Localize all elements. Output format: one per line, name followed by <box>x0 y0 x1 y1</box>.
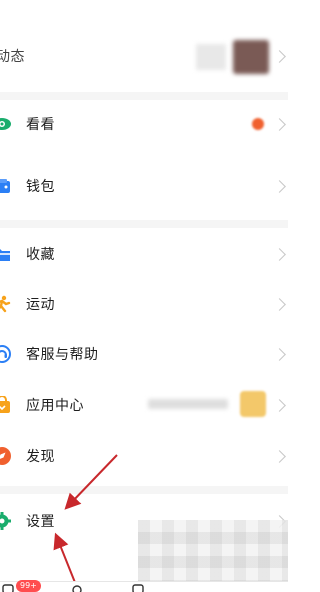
app-promo-text <box>148 399 228 409</box>
compass-icon <box>0 447 11 465</box>
chevron-right-icon <box>273 347 286 361</box>
chevron-right-icon <box>273 117 286 131</box>
section-divider <box>0 92 288 100</box>
menu-item-kankan[interactable]: 看看 <box>0 106 288 142</box>
gear-icon <box>0 512 11 530</box>
menu-item-kefu[interactable]: 客服与帮助 <box>0 336 288 372</box>
chevron-right-icon <box>273 449 286 463</box>
menu-item-yingyong[interactable]: 应用中心 <box>0 387 288 423</box>
menu-item-faxian[interactable]: 发现 <box>0 438 288 474</box>
menu-item-faxian-label: 发现 <box>26 449 55 465</box>
discover-tab-icon[interactable] <box>132 584 144 592</box>
bag-icon <box>0 396 10 413</box>
headset-icon <box>0 345 11 363</box>
running-icon <box>0 295 11 313</box>
menu-item-yingyong-label: 应用中心 <box>26 398 84 414</box>
dongtai-thumbnail-1 <box>196 44 226 70</box>
menu-item-dongtai-label: 动态 <box>0 49 25 65</box>
menu-item-kankan-label: 看看 <box>26 117 55 133</box>
notification-dot <box>252 118 264 130</box>
chevron-right-icon <box>273 247 286 261</box>
message-badge: 99+ <box>16 580 41 592</box>
contacts-tab-icon[interactable] <box>70 584 84 592</box>
wallet-icon <box>0 179 10 193</box>
section-divider <box>0 220 288 228</box>
me-page: 动态 看看 钱包 收藏 运动 客服与帮助 应用中心 发现 设置 99+ <box>0 0 288 592</box>
folder-icon <box>0 249 10 261</box>
dongtai-thumbnail-2 <box>233 40 269 74</box>
app-promo-thumbnail <box>240 391 266 417</box>
section-divider <box>0 486 288 494</box>
menu-item-yundong[interactable]: 运动 <box>0 286 288 322</box>
menu-item-yundong-label: 运动 <box>26 297 55 313</box>
chevron-right-icon <box>273 297 286 311</box>
eye-icon <box>0 118 11 130</box>
chevron-right-icon <box>273 49 286 63</box>
menu-item-shoucang[interactable]: 收藏 <box>0 236 288 272</box>
menu-item-dongtai[interactable]: 动态 <box>0 38 288 74</box>
menu-item-kefu-label: 客服与帮助 <box>26 347 99 363</box>
chevron-right-icon <box>273 179 286 193</box>
menu-item-qianbao[interactable]: 钱包 <box>0 168 288 204</box>
menu-item-shoucang-label: 收藏 <box>26 247 55 263</box>
message-tab-icon[interactable] <box>2 584 14 592</box>
menu-item-qianbao-label: 钱包 <box>26 179 55 195</box>
bottom-tab-bar <box>0 581 288 592</box>
chevron-right-icon <box>273 398 286 412</box>
menu-item-shezhi-label: 设置 <box>26 514 55 530</box>
annotation-arrow-bottom <box>53 532 77 586</box>
